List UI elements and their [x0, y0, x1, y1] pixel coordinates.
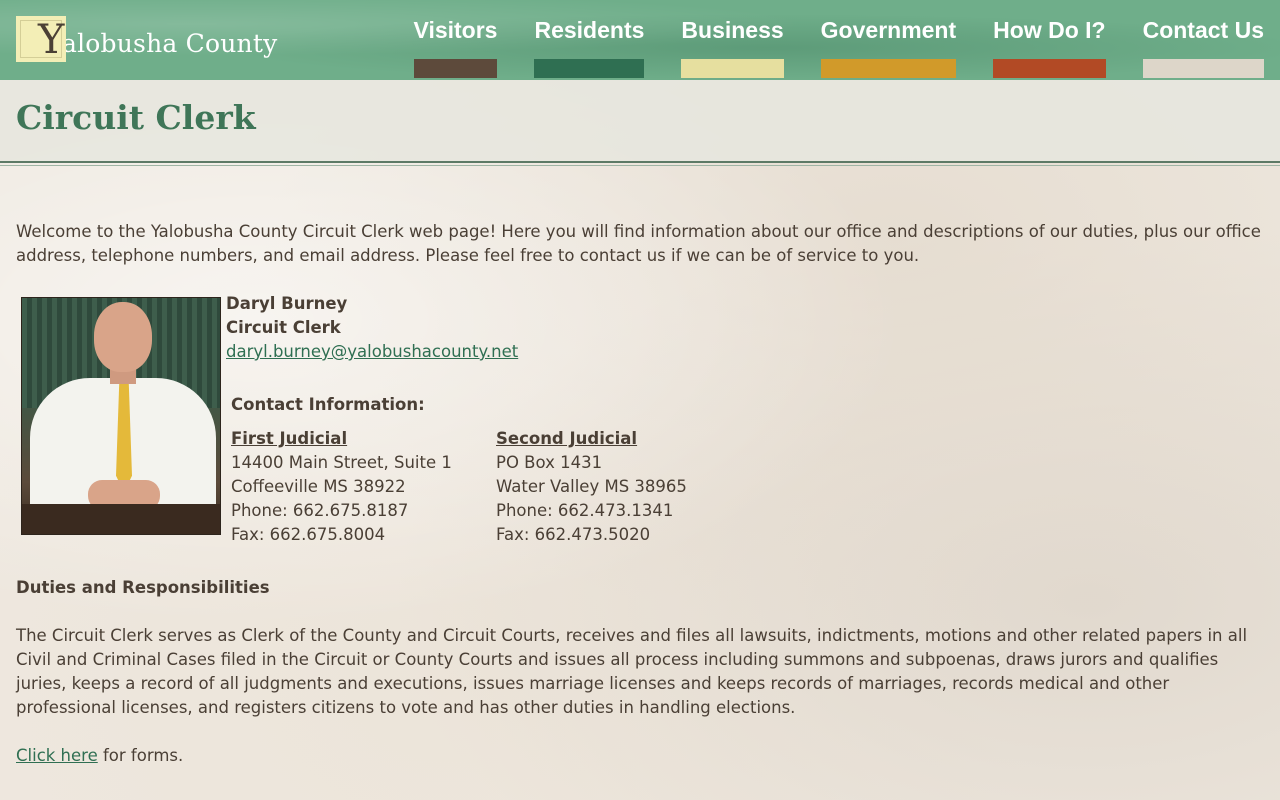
clerk-title: Circuit Clerk: [226, 318, 341, 337]
nav-label: Business: [681, 17, 784, 43]
office-phone: Phone: 662.473.1341: [496, 501, 674, 520]
intro-paragraph: Welcome to the Yalobusha County Circuit …: [16, 222, 1261, 265]
forms-line: Click here for forms.: [16, 744, 183, 768]
nav-item-how-do-i[interactable]: How Do I?: [993, 0, 1106, 80]
nav-item-residents[interactable]: Residents: [534, 0, 645, 80]
site-logo[interactable]: Y alobusha County: [16, 16, 277, 62]
office-address-line: PO Box 1431: [496, 453, 603, 472]
nav-label: Contact Us: [1142, 17, 1264, 43]
office-city-line: Coffeeville MS 38922: [231, 477, 406, 496]
main-nav: Visitors Residents Business Government H…: [413, 0, 1264, 80]
nav-item-contact-us[interactable]: Contact Us: [1142, 0, 1264, 80]
nav-color-bar: [1142, 59, 1264, 78]
office-heading: First Judicial: [231, 429, 348, 448]
nav-item-visitors[interactable]: Visitors: [413, 0, 498, 80]
clerk-email-link[interactable]: daryl.burney@yalobushacounty.net: [226, 342, 518, 361]
forms-link[interactable]: Click here: [16, 746, 98, 765]
nav-color-bar: [681, 59, 784, 78]
clerk-photo: [21, 297, 221, 535]
logo-text: alobusha County: [62, 29, 278, 58]
office-address-line: 14400 Main Street, Suite 1: [231, 453, 452, 472]
duties-paragraph: The Circuit Clerk serves as Clerk of the…: [16, 626, 1248, 717]
office-second-judicial: Second Judicial PO Box 1431 Water Valley…: [496, 427, 687, 547]
office-city-line: Water Valley MS 38965: [496, 477, 687, 496]
nav-label: Government: [820, 17, 957, 43]
page-title: Circuit Clerk: [16, 98, 256, 137]
clerk-info: Daryl Burney Circuit Clerk daryl.burney@…: [226, 292, 518, 364]
site-header: Y alobusha County Visitors Residents Bus…: [0, 0, 1280, 80]
logo-letter: Y: [38, 17, 65, 63]
office-phone: Phone: 662.675.8187: [231, 501, 409, 520]
logo-badge: Y: [16, 16, 66, 62]
office-fax: Fax: 662.675.8004: [231, 525, 386, 544]
duties-heading: Duties and Responsibilities: [16, 578, 270, 597]
nav-color-bar: [820, 59, 957, 78]
photo-head: [94, 302, 152, 372]
nav-label: Residents: [534, 17, 645, 43]
office-first-judicial: First Judicial 14400 Main Street, Suite …: [231, 427, 452, 547]
clerk-name: Daryl Burney: [226, 294, 348, 313]
main-content: Welcome to the Yalobusha County Circuit …: [16, 220, 1266, 765]
photo-desk: [22, 504, 220, 534]
nav-color-bar: [534, 59, 645, 78]
nav-item-government[interactable]: Government: [820, 0, 957, 80]
nav-color-bar: [413, 59, 498, 78]
contact-heading: Contact Information:: [231, 395, 425, 414]
office-fax: Fax: 662.473.5020: [496, 525, 651, 544]
forms-suffix: for forms.: [97, 746, 184, 765]
nav-color-bar: [993, 59, 1106, 78]
nav-label: How Do I?: [993, 17, 1106, 43]
nav-item-business[interactable]: Business: [681, 0, 784, 80]
title-band: Circuit Clerk: [0, 80, 1280, 166]
nav-label: Visitors: [413, 17, 498, 43]
office-heading: Second Judicial: [496, 429, 638, 448]
